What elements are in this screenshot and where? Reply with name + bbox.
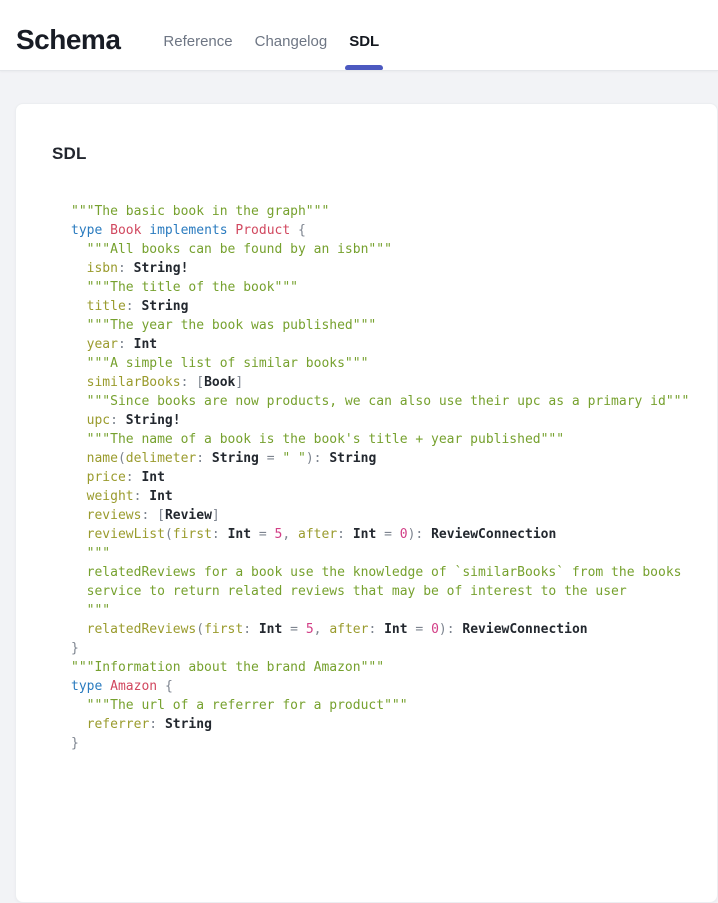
- sdl-heading: SDL: [52, 144, 697, 164]
- code-line: isbn: String!: [71, 259, 697, 278]
- sdl-card: SDL """The basic book in the graph"""typ…: [15, 103, 718, 903]
- code-line: reviews: [Review]: [71, 506, 697, 525]
- code-line: service to return related reviews that m…: [71, 582, 697, 601]
- code-line: type Book implements Product {: [71, 221, 697, 240]
- code-line: """The basic book in the graph""": [71, 202, 697, 221]
- code-line: similarBooks: [Book]: [71, 373, 697, 392]
- code-line: upc: String!: [71, 411, 697, 430]
- code-line: type Amazon {: [71, 677, 697, 696]
- active-tab-indicator: [345, 65, 383, 70]
- code-line: """The title of the book""": [71, 278, 697, 297]
- page-title: Schema: [16, 24, 120, 56]
- code-line: """The year the book was published""": [71, 316, 697, 335]
- code-line: """Since books are now products, we can …: [71, 392, 697, 411]
- code-line: name(delimeter: String = " "): String: [71, 449, 697, 468]
- code-line: title: String: [71, 297, 697, 316]
- code-line: """All books can be found by an isbn""": [71, 240, 697, 259]
- code-line: """: [71, 544, 697, 563]
- tab-bar: Reference Changelog SDL: [152, 0, 390, 70]
- code-line: """The name of a book is the book's titl…: [71, 430, 697, 449]
- code-line: year: Int: [71, 335, 697, 354]
- page-header: Schema Reference Changelog SDL: [0, 0, 718, 71]
- code-line: }: [71, 639, 697, 658]
- code-line: """The url of a referrer for a product""…: [71, 696, 697, 715]
- code-line: }: [71, 734, 697, 753]
- page-content: SDL """The basic book in the graph"""typ…: [0, 71, 718, 903]
- code-line: relatedReviews for a book use the knowle…: [71, 563, 697, 582]
- code-line: relatedReviews(first: Int = 5, after: In…: [71, 620, 697, 639]
- tab-sdl-label: SDL: [349, 33, 379, 50]
- code-line: reviewList(first: Int = 5, after: Int = …: [71, 525, 697, 544]
- code-line: weight: Int: [71, 487, 697, 506]
- code-line: price: Int: [71, 468, 697, 487]
- tab-sdl[interactable]: SDL: [338, 0, 390, 70]
- sdl-code: """The basic book in the graph"""type Bo…: [71, 202, 697, 753]
- tab-reference[interactable]: Reference: [152, 0, 243, 70]
- tab-changelog[interactable]: Changelog: [244, 0, 339, 70]
- code-line: referrer: String: [71, 715, 697, 734]
- code-line: """A simple list of similar books""": [71, 354, 697, 373]
- code-line: """Information about the brand Amazon""": [71, 658, 697, 677]
- code-line: """: [71, 601, 697, 620]
